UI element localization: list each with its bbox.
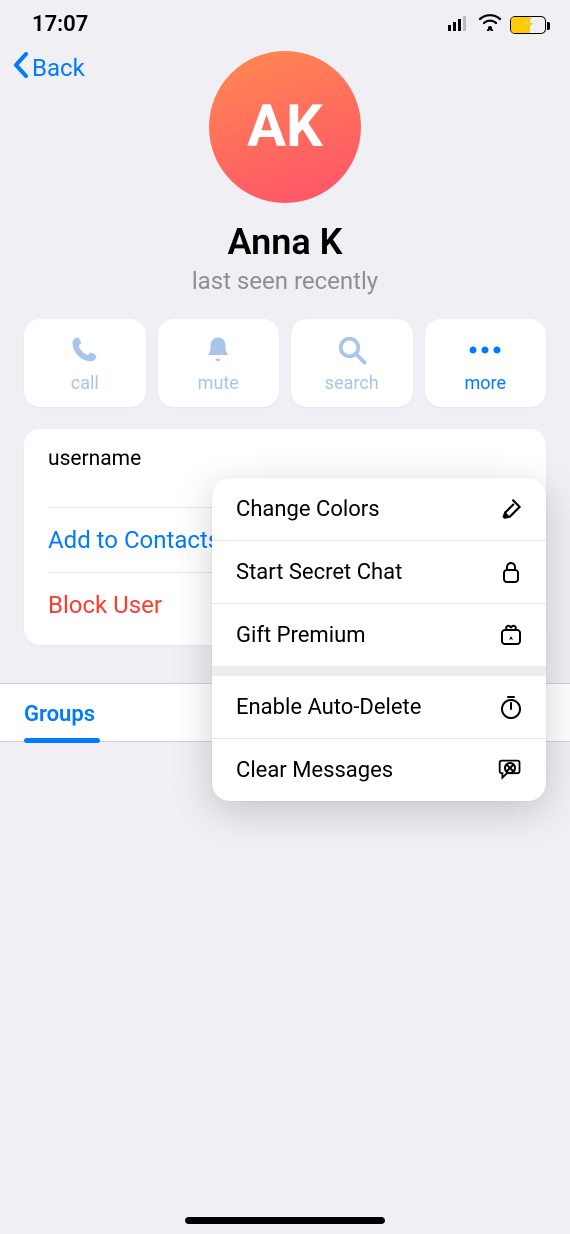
avatar-initials: AK [247, 93, 323, 161]
search-button[interactable]: search [291, 319, 413, 407]
battery-icon: ⚡ [510, 16, 546, 34]
profile-name: Anna K [0, 221, 570, 263]
phone-icon [70, 333, 100, 367]
tab-groups-label: Groups [24, 702, 95, 727]
gift-icon [496, 620, 526, 650]
status-indicators: ⚡ [448, 12, 546, 37]
menu-enable-auto-delete-label: Enable Auto-Delete [236, 695, 421, 720]
chevron-left-icon [12, 51, 30, 85]
mute-button[interactable]: mute [158, 319, 280, 407]
menu-gift-premium-label: Gift Premium [236, 623, 366, 648]
cellular-icon [448, 12, 470, 37]
status-time: 17:07 [32, 12, 88, 37]
menu-clear-messages[interactable]: Clear Messages [212, 738, 546, 801]
back-button[interactable]: Back [12, 51, 85, 85]
menu-enable-auto-delete[interactable]: Enable Auto-Delete [212, 676, 546, 738]
clear-chat-icon [496, 755, 526, 785]
tab-underline [24, 738, 100, 743]
call-label: call [71, 373, 99, 394]
username-label: username [48, 447, 522, 471]
menu-separator [212, 666, 546, 676]
more-icon [467, 333, 503, 367]
status-bar: 17:07 ⚡ [0, 0, 570, 45]
menu-change-colors[interactable]: Change Colors [212, 478, 546, 540]
action-row: call mute search more [0, 295, 570, 423]
home-indicator[interactable] [185, 1217, 385, 1224]
profile-status: last seen recently [0, 267, 570, 295]
menu-clear-messages-label: Clear Messages [236, 758, 393, 783]
wifi-icon [478, 12, 502, 37]
avatar[interactable]: AK [209, 51, 361, 203]
timer-icon [496, 692, 526, 722]
more-button[interactable]: more [425, 319, 547, 407]
menu-start-secret-chat[interactable]: Start Secret Chat [212, 540, 546, 603]
search-icon [337, 333, 367, 367]
mute-label: mute [198, 373, 239, 394]
tab-groups[interactable]: Groups [24, 702, 95, 741]
menu-change-colors-label: Change Colors [236, 497, 380, 522]
brush-icon [496, 494, 526, 524]
menu-gift-premium[interactable]: Gift Premium [212, 603, 546, 666]
back-label: Back [32, 54, 85, 82]
menu-start-secret-chat-label: Start Secret Chat [236, 560, 402, 585]
lock-icon [496, 557, 526, 587]
bell-icon [203, 333, 233, 367]
search-label: search [325, 373, 379, 394]
call-button[interactable]: call [24, 319, 146, 407]
more-popover: Change Colors Start Secret Chat Gift Pre… [212, 478, 546, 801]
more-label: more [464, 373, 506, 394]
